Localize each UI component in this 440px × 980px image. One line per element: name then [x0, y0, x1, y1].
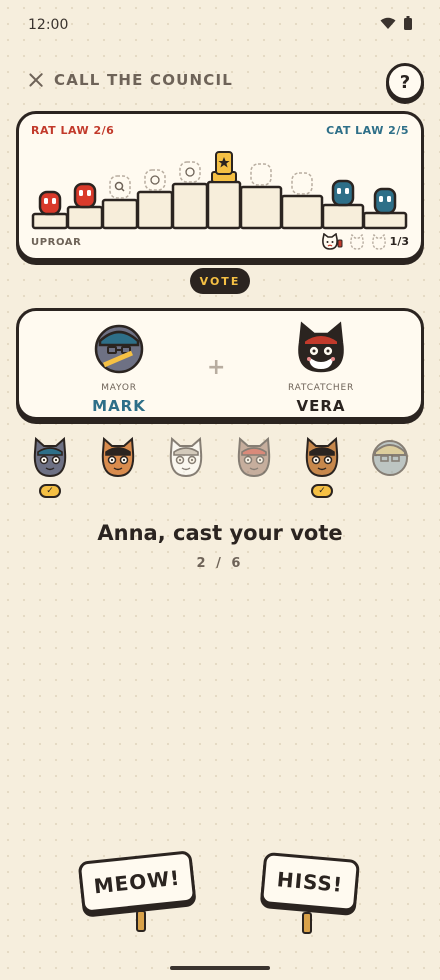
angry-cat-icon	[322, 233, 343, 250]
vote-prompt: Anna, cast your vote	[97, 521, 343, 545]
track-step-1	[31, 212, 69, 230]
empty-slot-face-2	[179, 161, 201, 183]
ratcatcher-role-label: RATCATCHER	[287, 383, 355, 393]
cat-player-icon	[237, 436, 271, 478]
track-step-8	[280, 194, 324, 230]
player-avatar	[234, 436, 274, 506]
meow-sign[interactable]: MEOW!	[77, 850, 197, 914]
cat-player-icon	[101, 436, 135, 478]
plus-icon: +	[207, 355, 226, 380]
track-step-3	[101, 198, 139, 230]
wifi-icon	[380, 17, 396, 29]
ratcatcher-avatar	[298, 321, 344, 373]
hiss-vote-button[interactable]: HISS!	[259, 851, 361, 934]
mayor-avatar	[94, 324, 144, 374]
hiss-sign[interactable]: HISS!	[259, 851, 361, 913]
vote-progress: 2 / 6	[196, 556, 244, 571]
player-avatar	[166, 436, 206, 506]
rat-token-1	[38, 190, 62, 216]
help-button[interactable]: ?	[386, 63, 424, 101]
uproar-count: 1/3	[389, 235, 409, 248]
empty-uproar-icon	[372, 233, 386, 250]
voted-check-badge: ✓	[39, 484, 61, 498]
uproar-tokens	[321, 233, 387, 251]
voted-check-badge: ✓	[311, 484, 333, 498]
empty-uproar-icon	[350, 233, 364, 250]
mayor-candidate: MAYOR MARK	[49, 321, 189, 415]
sign-stick	[136, 910, 146, 932]
track-step-10	[362, 211, 408, 230]
header: CALL THE COUNCIL	[26, 70, 233, 90]
sign-stick	[302, 912, 312, 934]
cat-player-icon	[169, 436, 203, 478]
empty-slot-magnifier	[109, 175, 131, 199]
mayor-role-label: MAYOR	[101, 383, 137, 393]
status-bar: 12:00	[0, 0, 440, 50]
cat-token-1	[331, 179, 355, 207]
player-avatar: ✓	[30, 436, 70, 506]
ratcatcher-candidate: RATCATCHER VERA	[251, 321, 391, 415]
empty-slot-cat-2	[291, 172, 313, 195]
player-avatar: ✓	[302, 436, 342, 506]
track-step-2	[66, 205, 104, 230]
battery-icon	[404, 16, 412, 30]
nomination-card: MAYOR MARK + RATCATCHER VERA	[16, 308, 424, 420]
empty-slot-cat-1	[250, 163, 272, 186]
track-step-7	[239, 185, 283, 230]
uproar-label: UPROAR	[31, 237, 82, 248]
meow-vote-button[interactable]: MEOW!	[77, 850, 197, 932]
status-time: 12:00	[28, 17, 69, 33]
cat-player-icon	[33, 436, 67, 478]
cat-player-icon	[372, 440, 408, 476]
cat-player-icon	[305, 436, 339, 478]
players-row: ✓ ✓	[0, 436, 440, 506]
status-icons	[380, 16, 412, 30]
close-icon[interactable]	[26, 70, 46, 90]
ratcatcher-name: VERA	[296, 397, 346, 415]
track-step-5	[171, 182, 209, 230]
page-title: CALL THE COUNCIL	[54, 71, 234, 89]
empty-slot-face-1	[144, 169, 166, 191]
trophy-icon	[211, 151, 237, 183]
cat-token-2	[373, 187, 397, 215]
mayor-name: MARK	[92, 397, 146, 415]
law-track-board: RAT LAW 2/6 CAT LAW 2/5 UPROAR 1/3	[16, 111, 424, 261]
track-step-4	[136, 190, 174, 230]
track-step-9	[321, 203, 365, 230]
player-avatar	[98, 436, 138, 506]
rat-token-2	[73, 182, 97, 209]
player-avatar	[370, 436, 410, 506]
home-indicator[interactable]	[170, 966, 270, 970]
vote-badge: VOTE	[190, 268, 250, 294]
magnifier-icon	[114, 181, 125, 192]
track-step-6	[206, 180, 242, 230]
